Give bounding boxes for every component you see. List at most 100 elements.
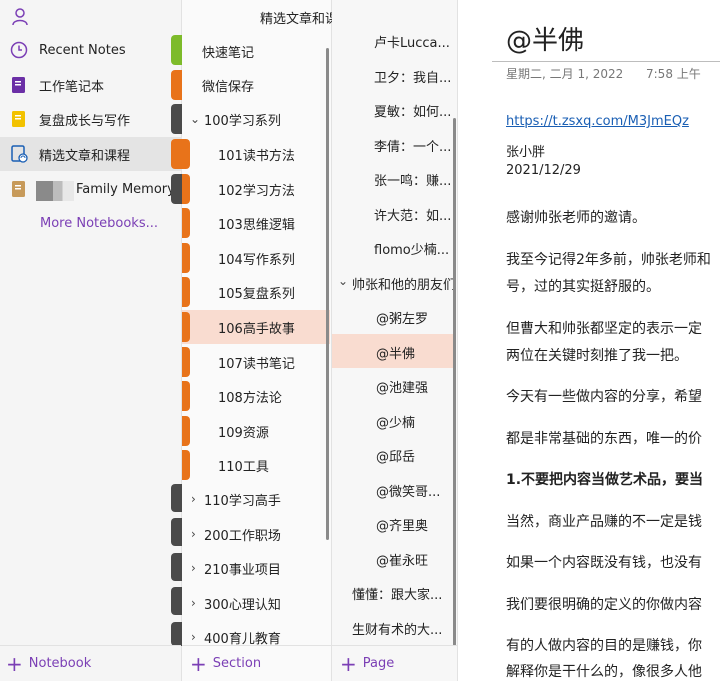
section-group-100[interactable]: ⌄ 100学习系列 [182, 102, 330, 136]
section-item[interactable]: 104写作系列 [182, 241, 330, 275]
section-item[interactable]: 110工具 [182, 448, 330, 482]
section-label: 109资源 [218, 425, 269, 441]
page-item[interactable]: @少楠 [332, 403, 456, 437]
page-label: 卫夕：我自... [374, 71, 452, 86]
notebook-label: 复盘成长与写作 [39, 113, 131, 129]
paragraph: 都是非常基础的东西，唯一的价 [506, 431, 702, 447]
add-section-label: Section [212, 656, 262, 671]
notebook-item-review[interactable]: 复盘成长与写作 [0, 102, 182, 136]
notebook-color-tab [171, 484, 182, 512]
page-item[interactable]: 张一鸣：赚... [332, 161, 456, 195]
sections-pane: 精选文章和课程 快速笔记 微信保存 ⌄ 100学习系列 101读书方法 102学… [182, 0, 351, 681]
page-item[interactable]: @崔永旺 [332, 541, 456, 575]
section-label: 102学习方法 [218, 183, 295, 199]
section-label: 110工具 [218, 459, 269, 475]
section-label: 200工作职场 [204, 528, 281, 544]
page-item[interactable]: 生财有术的大... [332, 610, 456, 644]
page-group-item[interactable]: ⌄ 帅张和他的朋友们 [332, 265, 456, 299]
page-title[interactable]: @半佛 [506, 20, 584, 57]
page-item[interactable]: 卢卡Lucca... [332, 23, 456, 57]
section-item[interactable]: 102学习方法 [182, 172, 330, 206]
page-item[interactable]: flomo少楠... [332, 230, 456, 264]
section-item[interactable]: 108方法论 [182, 379, 330, 413]
notebook-item-recent-notes[interactable]: Recent Notes [0, 33, 182, 67]
section-item[interactable]: 快速笔记 [182, 34, 330, 68]
paragraph: 今天有一些做内容的分享，希望 [506, 389, 702, 405]
page-label: flomo少楠... [374, 243, 450, 258]
plus-icon: + [190, 651, 207, 676]
section-label: 110学习高手 [204, 493, 281, 509]
notebook-color-tab [171, 174, 182, 204]
page-item[interactable]: 李倩：一个... [332, 127, 456, 161]
page-item[interactable]: @邱岳 [332, 437, 456, 471]
chevron-right-icon: › [191, 561, 196, 575]
add-page-label: Page [362, 656, 395, 671]
section-item[interactable]: 105复盘系列 [182, 275, 330, 309]
notebook-color-tab [171, 553, 182, 581]
sections-scrollbar[interactable] [326, 48, 329, 540]
user-icon[interactable] [10, 6, 30, 26]
page-label: 许大范：如... [374, 209, 452, 224]
section-group-200[interactable]: › 200工作职场 [182, 517, 330, 551]
section-label: 210事业项目 [204, 562, 281, 578]
paragraph: 我至今记得2年多前，帅张老师和 [506, 252, 711, 268]
section-item-selected[interactable]: 106高手故事 [182, 310, 330, 344]
page-label: @微笑哥... [376, 485, 441, 500]
page-item[interactable]: 懂懂：跟大家... [332, 575, 456, 609]
page-label: @半佛 [376, 347, 416, 362]
section-item[interactable]: 107读书笔记 [182, 345, 330, 379]
notebook-color-tab [171, 518, 182, 546]
section-group-300[interactable]: › 300心理认知 [182, 586, 330, 620]
section-label: 300心理认知 [204, 597, 281, 613]
section-label: 106高手故事 [218, 321, 295, 337]
section-color-tab [182, 208, 190, 238]
section-group-110[interactable]: › 110学习高手 [182, 482, 330, 516]
section-group-210[interactable]: › 210事业项目 [182, 551, 330, 585]
page-item[interactable]: @齐里奥 [332, 506, 456, 540]
page-label: @池建强 [376, 381, 429, 396]
paragraph: 两位在关键时刻推了我一把。 [506, 348, 688, 364]
more-notebooks-link[interactable]: More Notebooks... [40, 216, 158, 231]
notebook-item-family-memory[interactable]: Family Memory [0, 172, 182, 206]
add-notebook-button[interactable]: + Notebook [0, 645, 181, 681]
pages-scrollbar[interactable] [453, 118, 456, 646]
section-label: 快速笔记 [202, 45, 255, 61]
page-item-selected[interactable]: @半佛 [332, 334, 456, 368]
chevron-right-icon: › [191, 630, 196, 644]
add-notebook-label: Notebook [28, 656, 92, 671]
page-item[interactable]: @池建强 [332, 368, 456, 402]
add-page-button[interactable]: + Page [332, 645, 457, 681]
page-label: 张一鸣：赚... [374, 174, 452, 189]
section-label: 104写作系列 [218, 252, 295, 268]
notebook-sync-icon [11, 145, 28, 163]
note-link-line: https://t.zsxq.com/M3JmEQz [506, 113, 689, 129]
page-label: @齐里奥 [376, 519, 429, 534]
page-date: 星期二, 二月 1, 2022 [506, 67, 624, 81]
page-label: 卢卡Lucca... [374, 36, 450, 51]
page-item[interactable]: @粥左罗 [332, 299, 456, 333]
page-item[interactable]: @微笑哥... [332, 472, 456, 506]
note-canvas[interactable]: @半佛 星期二, 二月 1, 2022 7:58 上午 https://t.zs… [458, 0, 720, 681]
add-section-button[interactable]: + Section [182, 645, 331, 681]
page-item[interactable]: 卫夕：我自... [332, 58, 456, 92]
clock-icon [10, 41, 28, 59]
notebook-color-tab [171, 35, 182, 65]
section-item[interactable]: 微信保存 [182, 68, 330, 102]
page-item[interactable]: 许大范：如... [332, 196, 456, 230]
section-item[interactable]: 103思维逻辑 [182, 206, 330, 240]
page-time: 7:58 上午 [646, 67, 701, 81]
page-label: @邱岳 [376, 450, 416, 465]
paragraph: 号，过的其实挺舒服的。 [506, 279, 660, 295]
chevron-down-icon: ⌄ [338, 274, 349, 288]
notebook-item-selected-articles[interactable]: 精选文章和课程 [0, 137, 182, 171]
section-item[interactable]: 109资源 [182, 414, 330, 448]
section-label: 微信保存 [202, 79, 255, 95]
section-item[interactable]: 101读书方法 [182, 137, 330, 171]
section-color-tab [182, 174, 190, 204]
notebook-item-work[interactable]: 工作笔记本 [0, 68, 182, 102]
hyperlink[interactable]: https://t.zsxq.com/M3JmEQz [506, 114, 689, 129]
page-item[interactable]: 夏敏：如何... [332, 92, 456, 126]
notebook-purple-icon [12, 77, 25, 93]
plus-icon: + [6, 651, 23, 676]
section-color-tab [182, 381, 190, 411]
